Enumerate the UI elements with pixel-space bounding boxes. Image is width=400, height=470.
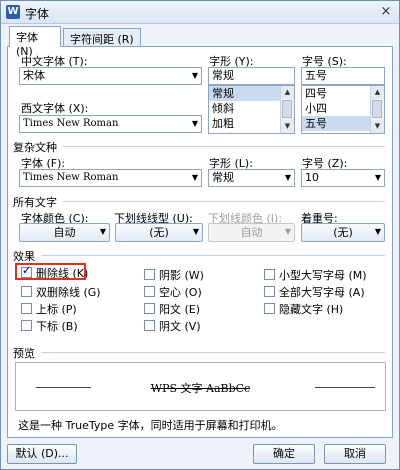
chinese-font-value: 宋体 (23, 69, 45, 82)
chevron-down-icon: ▼ (191, 71, 198, 80)
highlight-box (15, 263, 86, 280)
all-caps-label[interactable]: 全部大写字母 (A) (279, 284, 365, 300)
underline-style-value: (无) (149, 226, 169, 239)
wps-app-icon: W (6, 5, 20, 19)
chevron-down-icon: ▼ (284, 173, 291, 182)
chevron-down-icon: ▼ (191, 119, 198, 128)
complex-section-title: 复杂文种 (13, 141, 57, 154)
scroll-thumb[interactable] (282, 100, 292, 118)
emboss-checkbox[interactable] (144, 303, 155, 314)
shadow-label[interactable]: 阴影 (W) (159, 267, 204, 283)
underline-color-dropdown: 自动 ▼ (208, 223, 295, 242)
font-color-dropdown[interactable]: 自动 ▼ (19, 223, 110, 242)
size-listbox[interactable]: 四号 小四 五号 ▲ ▼ (301, 85, 385, 134)
default-button[interactable]: 默认 (D)... (7, 444, 77, 464)
chevron-down-icon: ▼ (374, 227, 381, 236)
chevron-down-icon: ▼ (99, 227, 106, 236)
scroll-down-icon[interactable]: ▼ (281, 120, 294, 133)
close-icon[interactable]: × (378, 4, 394, 20)
subscript-checkbox[interactable] (21, 320, 32, 331)
chevron-down-icon: ▼ (191, 173, 198, 182)
engrave-checkbox[interactable] (144, 320, 155, 331)
complex-font-value: Times New Roman (23, 172, 119, 183)
scroll-up-icon[interactable]: ▲ (281, 86, 294, 99)
double-strikethrough-label[interactable]: 双删除线 (G) (36, 284, 101, 300)
complex-style-select[interactable]: 常规 ▼ (208, 169, 295, 187)
effects-section-title: 效果 (13, 250, 35, 263)
superscript-checkbox[interactable] (21, 303, 32, 314)
preview-box: WPS 文字 AaBbCc (15, 362, 386, 411)
style-input[interactable]: 常规 (208, 67, 295, 85)
font-dialog: W 字体 × 字体 (N) 字符间距 (R) 中文字体 (T): 宋体 ▼ 字形… (0, 0, 400, 470)
cancel-button[interactable]: 取消 (324, 444, 386, 464)
superscript-label[interactable]: 上标 (P) (36, 301, 77, 317)
emboss-label[interactable]: 阳文 (E) (159, 301, 200, 317)
chinese-font-select[interactable]: 宋体 ▼ (19, 67, 202, 85)
size-input[interactable]: 五号 (301, 67, 385, 85)
ok-button[interactable]: 确定 (253, 444, 315, 464)
western-font-label: 西文字体 (X): (21, 102, 89, 115)
font-color-value: 自动 (53, 226, 76, 239)
divider (63, 146, 385, 147)
divider (41, 255, 385, 256)
underline-style-dropdown[interactable]: (无) ▼ (115, 223, 203, 242)
font-note: 这是一种 TrueType 字体，同时适用于屏幕和打印机。 (18, 419, 283, 432)
title-bar: W 字体 × (1, 1, 399, 24)
style-scrollbar[interactable]: ▲ ▼ (280, 86, 294, 133)
outline-label[interactable]: 空心 (O) (159, 284, 202, 300)
all-caps-checkbox[interactable] (264, 286, 275, 297)
divider (63, 201, 385, 202)
hidden-text-checkbox[interactable] (264, 303, 275, 314)
western-font-value: Times New Roman (23, 118, 119, 129)
engrave-label[interactable]: 阴文 (V) (159, 318, 201, 334)
scroll-thumb[interactable] (372, 100, 382, 118)
chevron-down-icon: ▼ (374, 173, 381, 182)
small-caps-checkbox[interactable] (264, 269, 275, 280)
chevron-down-icon: ▼ (192, 227, 199, 236)
complex-size-select[interactable]: 10 ▼ (301, 169, 385, 187)
scroll-up-icon[interactable]: ▲ (371, 86, 384, 99)
preview-text: WPS 文字 AaBbCc (150, 382, 251, 395)
shadow-checkbox[interactable] (144, 269, 155, 280)
hidden-text-label[interactable]: 隐藏文字 (H) (279, 301, 343, 317)
complex-font-select[interactable]: Times New Roman ▼ (19, 169, 202, 187)
chevron-down-icon: ▼ (284, 227, 291, 236)
divider (41, 352, 385, 353)
preview-line-right (315, 387, 375, 388)
all-text-section-title: 所有文字 (13, 196, 57, 209)
subscript-label[interactable]: 下标 (B) (36, 318, 78, 334)
complex-size-value: 10 (305, 171, 319, 184)
double-strikethrough-checkbox[interactable] (21, 286, 32, 297)
style-listbox[interactable]: 常规 倾斜 加粗 ▲ ▼ (208, 85, 295, 134)
scroll-down-icon[interactable]: ▼ (371, 120, 384, 133)
dialog-title: 字体 (25, 7, 50, 21)
emphasis-dropdown[interactable]: (无) ▼ (301, 223, 385, 242)
underline-color-value: 自动 (240, 226, 263, 239)
size-scrollbar[interactable]: ▲ ▼ (370, 86, 384, 133)
small-caps-label[interactable]: 小型大写字母 (M) (279, 267, 367, 283)
western-font-select[interactable]: Times New Roman ▼ (19, 115, 202, 133)
emphasis-value: (无) (333, 226, 353, 239)
complex-style-value: 常规 (212, 171, 234, 184)
tab-character-spacing[interactable]: 字符间距 (R) (63, 28, 141, 46)
outline-checkbox[interactable] (144, 286, 155, 297)
tab-font[interactable]: 字体 (N) (9, 26, 61, 58)
preview-section-title: 预览 (13, 347, 35, 360)
